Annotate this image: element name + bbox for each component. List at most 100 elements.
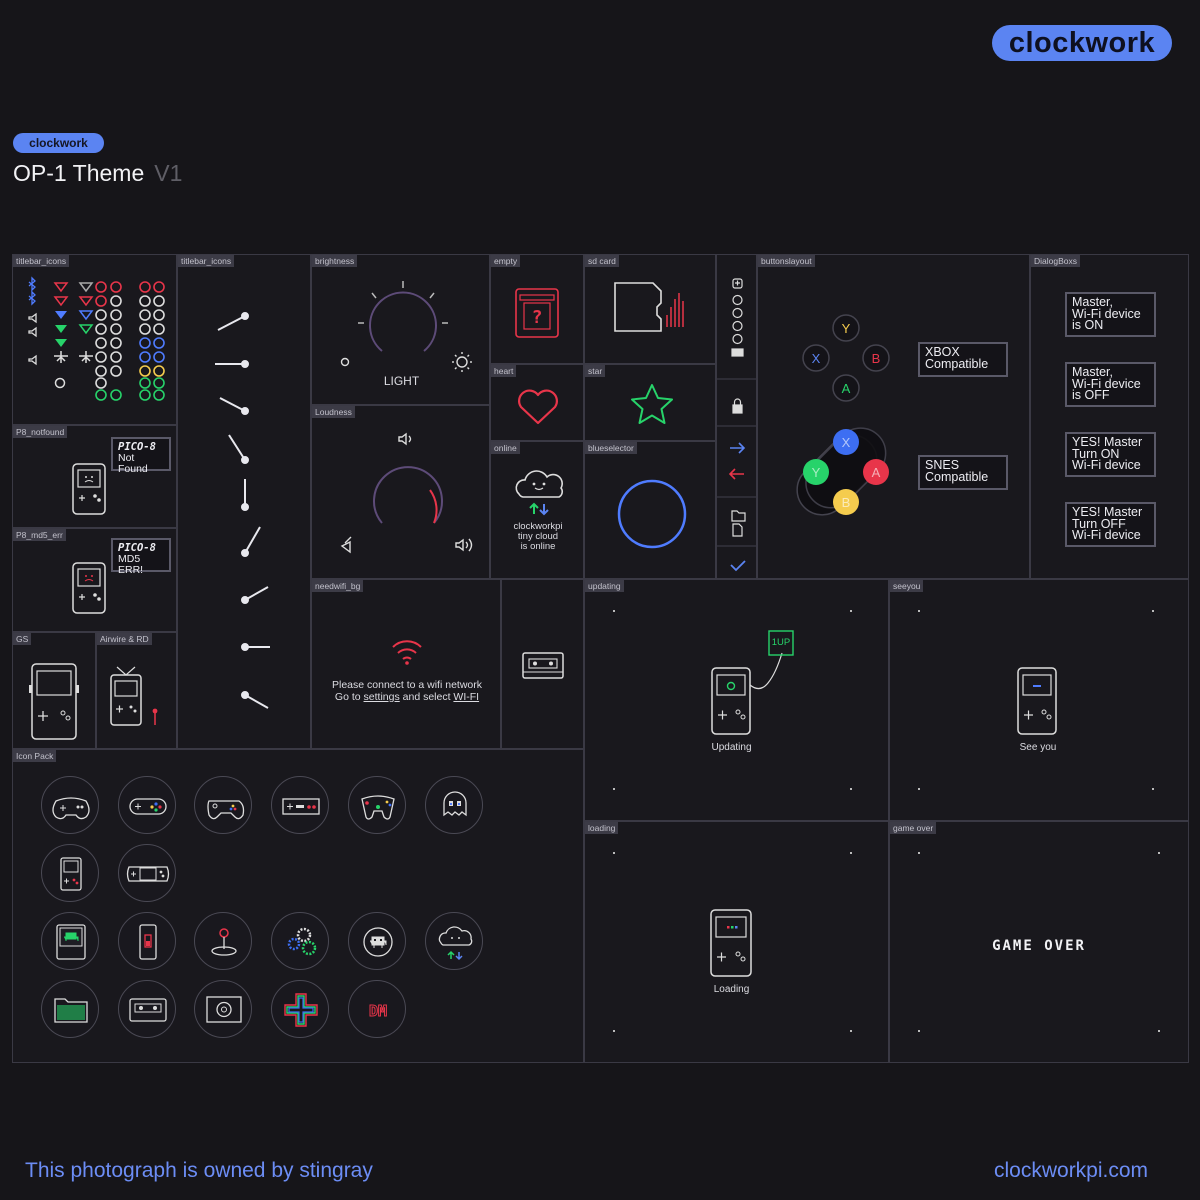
panel-titlebar-icons-2: titlebar_icons xyxy=(177,254,311,749)
plus-icon xyxy=(732,278,743,289)
updating-console-icon xyxy=(613,610,852,790)
panel-icon-pack: Icon Pack DM xyxy=(12,749,584,1063)
gameshell-icon xyxy=(29,663,79,740)
invader-console-icon[interactable] xyxy=(41,912,99,970)
seeyou-label: See you xyxy=(1019,742,1057,753)
y-circle-icon xyxy=(732,307,743,319)
snes-y-key: Y xyxy=(812,465,821,480)
panel-tag: Icon Pack xyxy=(13,750,57,762)
pico-md5-box: PICO-8 MD5 ERR! xyxy=(111,538,171,576)
camera-icon[interactable] xyxy=(194,980,252,1038)
folder-icon[interactable] xyxy=(41,980,99,1038)
panel-empty: empty ? xyxy=(490,254,584,364)
brightness-label: LIGHT xyxy=(383,374,420,388)
snes-x-key: X xyxy=(842,435,851,450)
xbox-b-key: B xyxy=(872,351,881,366)
arrow-left-icon xyxy=(728,468,744,480)
clock-hand-icons xyxy=(215,312,270,709)
updating-label: Updating xyxy=(711,742,752,753)
needwifi-line2: Go to settings and select WI-FI xyxy=(312,691,502,703)
icon-strip-glyphs xyxy=(717,278,758,572)
file-icon xyxy=(732,523,743,537)
lock-icon xyxy=(732,398,743,414)
cassette-icon[interactable] xyxy=(118,980,176,1038)
phone-icon[interactable] xyxy=(118,912,176,970)
panel-game-over: game over GAME OVER xyxy=(889,821,1189,1063)
doom-icon[interactable]: DM xyxy=(348,980,406,1038)
star-icon xyxy=(631,384,673,424)
check-icon xyxy=(730,560,746,572)
speaker-icon xyxy=(398,432,412,446)
arrow-right-icon xyxy=(730,442,746,454)
gears-icon[interactable] xyxy=(271,912,329,970)
settings-link[interactable]: settings xyxy=(364,691,400,703)
gameboy-icon[interactable] xyxy=(41,844,99,902)
heart-icon xyxy=(518,389,558,425)
sd-card-icon xyxy=(614,282,684,332)
snes-a-key: A xyxy=(872,465,881,480)
online-label: clockworkpi tiny cloud is online xyxy=(491,522,585,552)
panel-needwifi: needwifi_bg Please connect to a wifi net… xyxy=(311,579,501,749)
x-circle-icon xyxy=(732,294,743,306)
panel-seeyou: seeyou See you xyxy=(889,579,1189,821)
site-link[interactable]: clockworkpi.com xyxy=(994,1159,1148,1183)
panel-brightness: brightness LIGHT xyxy=(311,254,490,405)
loading-label: Loading xyxy=(713,984,750,995)
panel-star: star xyxy=(584,364,716,441)
oneup-badge: 1UP xyxy=(771,637,791,648)
snes-b-key: B xyxy=(842,495,851,510)
empty-cartridge-icon: ? xyxy=(515,288,559,338)
icon-strip xyxy=(716,254,758,579)
cloud-icon xyxy=(515,470,564,516)
loudness-dial xyxy=(340,432,473,554)
panel-p8-notfound: P8_notfound PICO-8 Not Found xyxy=(12,425,177,528)
svg-text:?: ? xyxy=(532,307,543,328)
folder-icon xyxy=(731,510,746,522)
loading-console-icon xyxy=(613,852,852,1032)
game-over-label: GAME OVER xyxy=(992,938,1086,954)
theme-name: OP-1 Theme xyxy=(13,160,145,186)
xbox-x-key: X xyxy=(812,351,821,366)
panel-updating: updating 1UP Updating xyxy=(584,579,889,821)
snes-pad-icon[interactable] xyxy=(118,776,176,834)
dialog-line: Wi-Fi device xyxy=(1072,528,1141,542)
dialog-wifi-off: Master, Wi-Fi device is OFF xyxy=(1065,362,1156,407)
needwifi-and-select: and select xyxy=(399,691,454,703)
joystick-icon[interactable] xyxy=(194,912,252,970)
needwifi-go-to: Go to xyxy=(334,691,364,703)
seeyou-console-icon xyxy=(918,610,1154,790)
nes-pad-icon[interactable] xyxy=(271,776,329,834)
cloud-icon[interactable] xyxy=(425,912,483,970)
theme-version: V1 xyxy=(154,160,183,186)
panel-dialogboxes: DialogBoxs Master, Wi-Fi device is ON Ma… xyxy=(1030,254,1189,579)
svg-text:DM: DM xyxy=(369,1002,387,1020)
sega-pad-icon[interactable] xyxy=(41,776,99,834)
sun-icon xyxy=(452,352,472,372)
dialog-wifi-on: Master, Wi-Fi device is ON xyxy=(1065,292,1156,337)
mini-logo: clockwork xyxy=(13,133,104,153)
gba-icon[interactable] xyxy=(118,844,176,902)
online-line: is online xyxy=(520,541,556,552)
dialog-line: is ON xyxy=(1072,318,1104,332)
xbox-compat-label: Compatible xyxy=(925,356,989,371)
a-circle-icon xyxy=(732,320,743,332)
n64-pad-icon[interactable] xyxy=(348,776,406,834)
panel-loading: loading Loading xyxy=(584,821,889,1063)
titlebar-icon-grid xyxy=(28,276,165,401)
photo-credit: This photograph is owned by stingray xyxy=(25,1159,373,1182)
panel-titlebar-icons-1: titlebar_icons xyxy=(12,254,177,425)
page-title: OP-1 Theme V1 xyxy=(13,160,182,187)
ghost-icon[interactable] xyxy=(425,776,483,834)
pico-notfound-label: Not Found xyxy=(118,452,148,475)
wifi-icon xyxy=(392,640,422,665)
panel-loudness: Loudness xyxy=(311,405,490,579)
dpad-icon[interactable] xyxy=(271,980,329,1038)
xbox-pad-icon[interactable] xyxy=(194,776,252,834)
invader-icon[interactable] xyxy=(348,912,406,970)
panel-cassette xyxy=(501,579,584,749)
panel-tag: DialogBoxs xyxy=(1031,255,1080,267)
dialog-turn-off: YES! Master Turn OFF Wi-Fi device xyxy=(1065,502,1156,547)
panel-p8-md5-err: P8_md5_err PICO-8 MD5 ERR! xyxy=(12,528,177,632)
dialog-line: is OFF xyxy=(1072,388,1110,402)
wifi-link[interactable]: WI-FI xyxy=(453,691,479,703)
